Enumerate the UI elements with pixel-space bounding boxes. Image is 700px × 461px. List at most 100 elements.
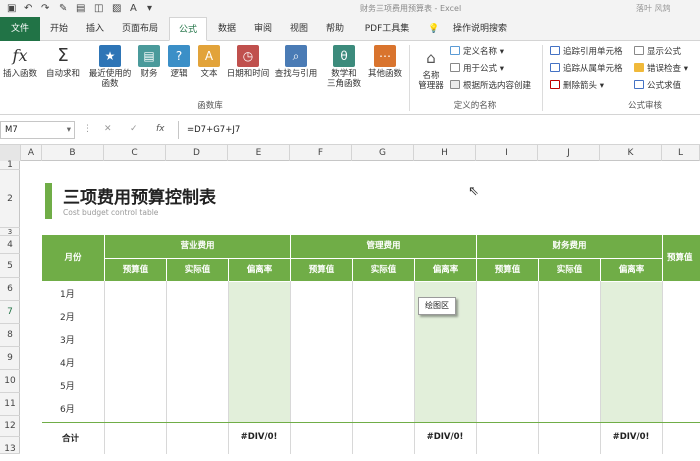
select-all-corner[interactable] bbox=[0, 145, 21, 161]
subheader: 实际值 bbox=[352, 258, 414, 281]
define-name-button[interactable]: 定义名称 ▾ bbox=[450, 46, 504, 58]
row-header[interactable]: 9 bbox=[0, 347, 20, 370]
text-button[interactable]: A 文本 bbox=[196, 45, 222, 79]
remove-arrows-button[interactable]: 删除箭头 ▾ bbox=[550, 80, 604, 92]
error-checking-button[interactable]: 错误检查 ▾ bbox=[634, 63, 688, 75]
table-divider bbox=[166, 281, 167, 454]
row-header[interactable]: 7 bbox=[0, 301, 20, 324]
tell-me-search[interactable]: 操作说明搜索 bbox=[444, 17, 516, 41]
save-icon[interactable]: ▣ bbox=[7, 2, 16, 15]
row-header[interactable]: 3 bbox=[0, 228, 20, 236]
column-header[interactable]: D bbox=[166, 145, 228, 161]
column-header[interactable]: L bbox=[662, 145, 700, 161]
month-label: 3月 bbox=[60, 336, 75, 346]
table-divider bbox=[662, 281, 663, 454]
row-header[interactable]: 12 bbox=[0, 416, 20, 437]
column-header[interactable]: I bbox=[476, 145, 538, 161]
column-header[interactable]: H bbox=[414, 145, 476, 161]
row-header[interactable]: 2 bbox=[0, 170, 20, 228]
row-header[interactable]: 10 bbox=[0, 370, 20, 393]
insert-function-button[interactable]: fx 插入函数 bbox=[2, 45, 38, 79]
month-label: 4月 bbox=[60, 359, 75, 369]
print-preview-icon[interactable]: ▤ bbox=[76, 2, 85, 15]
tab-view[interactable]: 视图 bbox=[282, 17, 316, 41]
worksheet-area[interactable]: 三项费用预算控制表 Cost budget control table 月份 营… bbox=[21, 161, 700, 454]
row-header[interactable]: 11 bbox=[0, 393, 20, 416]
ribbon-separator bbox=[409, 45, 410, 111]
theta-book-icon: θ bbox=[333, 45, 355, 67]
screenshot-icon[interactable]: ◫ bbox=[94, 2, 103, 15]
more-book-icon: ⋯ bbox=[374, 45, 396, 67]
trace-precedents-button[interactable]: 追踪引用单元格 bbox=[550, 46, 623, 58]
row-header[interactable]: 1 bbox=[0, 161, 20, 170]
name-box-dropdown-icon[interactable]: ▾ bbox=[67, 122, 71, 138]
use-in-formula-button[interactable]: 用于公式 ▾ bbox=[450, 63, 504, 75]
math-trig-button[interactable]: θ 数学和 三角函数 bbox=[324, 45, 364, 89]
plot-area-tooltip: 绘图区 bbox=[418, 297, 456, 315]
column-header[interactable]: C bbox=[104, 145, 166, 161]
ribbon-tabs: 文件 开始 插入 页面布局 公式 数据 审阅 视图 帮助 PDF工具集 💡 操作… bbox=[0, 17, 700, 41]
show-formulas-button[interactable]: 显示公式 bbox=[634, 46, 681, 58]
column-header[interactable]: G bbox=[352, 145, 414, 161]
tab-review[interactable]: 审阅 bbox=[246, 17, 280, 41]
tab-file[interactable]: 文件 bbox=[0, 17, 40, 41]
remove-arrows-icon bbox=[550, 80, 560, 89]
table-divider bbox=[104, 281, 105, 454]
redo-icon[interactable]: ↷ bbox=[41, 2, 49, 15]
table-divider bbox=[600, 281, 601, 454]
customize-qat-icon[interactable]: ▾ bbox=[147, 2, 152, 15]
row-header[interactable]: 4 bbox=[0, 236, 20, 254]
evaluate-formula-button[interactable]: 公式求值 bbox=[634, 80, 681, 92]
name-manager-button[interactable]: ⌂ 名称 管理器 bbox=[414, 47, 448, 91]
tab-data[interactable]: 数据 bbox=[210, 17, 244, 41]
sigma-icon: Σ bbox=[57, 45, 69, 66]
column-header[interactable]: J bbox=[538, 145, 600, 161]
create-from-selection-button[interactable]: 根据所选内容创建 bbox=[450, 80, 531, 92]
format-painter-icon[interactable]: ✎ bbox=[59, 2, 67, 15]
autosum-button[interactable]: Σ 自动求和 bbox=[44, 45, 82, 79]
enter-check-icon[interactable]: ✓ bbox=[130, 124, 138, 134]
error-value: #DIV/0! bbox=[240, 432, 278, 442]
group-header: 预算值 bbox=[662, 235, 700, 281]
tab-page-layout[interactable]: 页面布局 bbox=[114, 17, 166, 41]
column-header[interactable]: A bbox=[21, 145, 42, 161]
insert-function-icon[interactable]: fx bbox=[156, 124, 165, 134]
column-header[interactable]: K bbox=[600, 145, 662, 161]
month-label: 1月 bbox=[60, 290, 75, 300]
more-functions-button[interactable]: ⋯ 其他函数 bbox=[366, 45, 404, 79]
name-box[interactable]: M7 ▾ bbox=[0, 121, 75, 139]
logical-button[interactable]: ? 逻辑 bbox=[166, 45, 192, 79]
formula-input[interactable]: =D7+G7+J7 bbox=[178, 121, 700, 139]
clock-book-icon: ◷ bbox=[237, 45, 259, 67]
ribbon-separator bbox=[542, 45, 543, 111]
tab-formulas[interactable]: 公式 bbox=[169, 17, 207, 41]
tab-pdf-tools[interactable]: PDF工具集 bbox=[356, 17, 418, 41]
total-label: 合计 bbox=[62, 434, 80, 444]
tab-help[interactable]: 帮助 bbox=[318, 17, 352, 41]
row-header[interactable]: 8 bbox=[0, 324, 20, 347]
financial-button[interactable]: ▤ 财务 bbox=[136, 45, 162, 79]
tab-home[interactable]: 开始 bbox=[42, 17, 76, 41]
row-header[interactable]: 5 bbox=[0, 254, 20, 278]
row-header[interactable]: 13 bbox=[0, 437, 20, 454]
picture-icon[interactable]: ▨ bbox=[112, 2, 121, 15]
column-header[interactable]: E bbox=[228, 145, 290, 161]
undo-icon[interactable]: ↶ bbox=[24, 2, 32, 15]
group-label-formula-auditing: 公式审核 bbox=[627, 101, 662, 111]
lookup-reference-button[interactable]: ⌕ 查找与引用 bbox=[272, 45, 320, 79]
recent-functions-button[interactable]: ★ 最近使用的 函数 bbox=[86, 45, 134, 89]
formula-bar-menu-icon: ⋮ bbox=[83, 124, 92, 134]
variance-column-fill bbox=[228, 282, 290, 422]
tab-insert[interactable]: 插入 bbox=[78, 17, 112, 41]
trace-dependents-button[interactable]: 追踪从属单元格 bbox=[550, 63, 623, 75]
fx-icon: fx bbox=[12, 46, 28, 65]
cancel-icon[interactable]: ✕ bbox=[104, 124, 112, 134]
column-header[interactable]: B bbox=[42, 145, 104, 161]
user-name[interactable]: 落叶 风鸩 bbox=[636, 3, 671, 14]
column-header[interactable]: F bbox=[290, 145, 352, 161]
date-time-button[interactable]: ◷ 日期和时间 bbox=[226, 45, 270, 79]
row-header[interactable]: 6 bbox=[0, 278, 20, 301]
name-tags-icon: ⌂ bbox=[426, 49, 436, 67]
font-size-icon[interactable]: A bbox=[130, 2, 137, 15]
total-row-divider bbox=[42, 422, 700, 423]
